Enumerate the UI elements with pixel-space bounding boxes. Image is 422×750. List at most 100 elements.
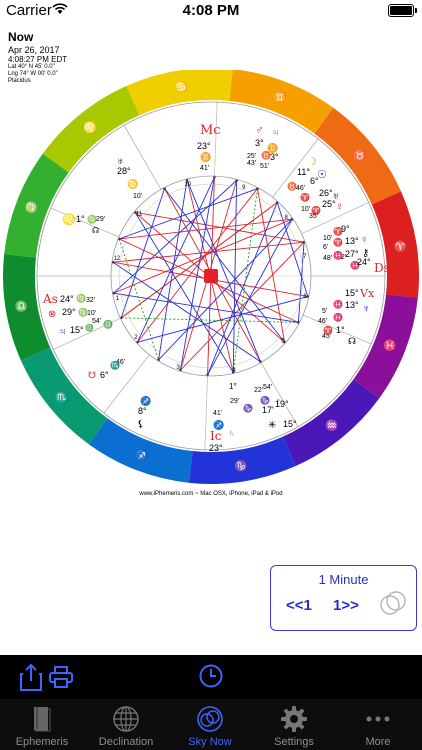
venus-icon: ♀: [360, 234, 368, 246]
h11-degree: 28°: [117, 166, 131, 176]
zodiac-sign-icon: ♏: [55, 391, 69, 404]
tab-sky-now-label: Sky Now: [188, 736, 232, 748]
sun-minutes: 46': [296, 185, 305, 192]
zodiac-sign-icon: ♑: [234, 460, 248, 473]
tab-declination-label: Declination: [98, 736, 154, 748]
gear-icon: [281, 706, 307, 732]
step-back-button[interactable]: <<1: [286, 597, 312, 614]
chiron-minutes: 48': [323, 255, 332, 262]
node-south-icon: ☋: [88, 370, 96, 380]
libra-icon: ♎: [85, 323, 94, 332]
zodiac-sign-icon: ♓: [383, 339, 397, 352]
saturn-degree: 3°: [270, 152, 279, 162]
uranus-degree: 26°: [319, 188, 333, 198]
sky-now-icon: [197, 706, 223, 732]
zodiac-sign-icon: ♐: [135, 449, 149, 462]
chart-title: Now: [8, 30, 34, 44]
zodiac-sign-icon: ♉: [353, 149, 367, 162]
pluto-minutes: 22': [254, 387, 263, 394]
aspect-line: [232, 180, 238, 373]
taurus-icon: ♉: [261, 150, 271, 160]
pisces-icon: ♓: [333, 250, 343, 260]
sagittarius-icon: ♐: [140, 395, 151, 406]
pluto-degree: 19°: [275, 399, 289, 409]
tab-declination[interactable]: Declination: [84, 699, 168, 750]
h2-degree: 15°: [70, 325, 84, 335]
jupiter-icon: ♃: [58, 326, 66, 338]
h8-minutes: 46': [318, 318, 327, 325]
mars-minutes: 25': [247, 153, 256, 160]
mc-minutes: 41': [200, 165, 209, 172]
ds-label: Ds: [374, 261, 390, 275]
capricorn-icon: ♑: [243, 403, 253, 413]
venus-degree: 25°: [322, 199, 336, 209]
step-forward-button[interactable]: 1>>: [333, 597, 359, 614]
ic-minutes: 41': [213, 410, 222, 417]
moon-minutes: 43': [247, 160, 256, 167]
h2-minutes: 54': [92, 318, 101, 325]
natal-chart-wheel[interactable]: ♈♉♊♋♌♍♎♏♐♑♒♓ 123 456789101112 Mc 23° ♊ 41…: [0, 70, 422, 490]
ic-degree: 23°: [209, 443, 223, 453]
mercury-icon: ☿: [336, 202, 344, 213]
h12-minutes: 29': [96, 216, 105, 223]
saturn-minutes: 51': [260, 163, 269, 170]
house-number: 11: [136, 211, 143, 217]
vertex-icon: Vx: [359, 287, 375, 300]
mc-degree: 23°: [197, 141, 211, 151]
gemini-icon: ♊: [200, 151, 211, 162]
h11-minutes: 10': [133, 193, 142, 200]
pluto-degree-17: 17': [262, 405, 274, 415]
sun-degree: 6°: [310, 176, 319, 186]
saturn-icon-upper: ♃: [271, 127, 279, 139]
scorpio-icon: ♏: [110, 360, 120, 370]
h6-minutes: 54': [263, 384, 272, 391]
clock-icon[interactable]: [199, 664, 223, 688]
tab-ephemeris[interactable]: Ephemeris: [0, 699, 84, 750]
mars-degree: 3°: [255, 138, 264, 148]
house-number: 8: [284, 215, 288, 221]
tab-more[interactable]: More: [336, 699, 420, 750]
tab-settings[interactable]: Settings: [252, 699, 336, 750]
chiron-degree: 27°: [345, 249, 359, 259]
zodiac-sign-icon: ♒: [325, 419, 339, 432]
capricorn-icon: ♑: [260, 395, 270, 405]
aries-icon: ♈: [300, 192, 310, 202]
battery-icon: [388, 4, 417, 17]
neptune-degree: 13°: [345, 300, 359, 310]
aspect-line: [112, 261, 261, 363]
chart-date: Apr 26, 2017: [8, 45, 60, 55]
chart-time: 4:08:27 PM EDT: [8, 55, 68, 64]
aspect-line: [113, 180, 237, 294]
lilith-degree: 8°: [138, 406, 147, 416]
website-credit: www.iPhemeris.com ~ Mac OSX, iPhone, iPa…: [139, 491, 283, 497]
house-number: 9: [242, 185, 246, 191]
time-interval-label[interactable]: 1 Minute: [271, 572, 416, 587]
tab-settings-label: Settings: [274, 736, 314, 748]
house-number: 10: [184, 182, 191, 188]
aries-icon: ♈: [323, 325, 333, 335]
as-minutes: 32': [86, 297, 95, 304]
h9-minutes: 10': [323, 235, 332, 242]
center-glyph: [204, 269, 218, 283]
house-number: 2: [134, 335, 138, 341]
time-step-panel: 1 Minute <<1 1>>: [270, 565, 417, 631]
zodiac-sign-icon: ♍: [25, 201, 39, 214]
asteroid-icon: ✳: [268, 420, 276, 431]
venus-minutes: 35': [309, 213, 318, 220]
virgo-icon: ♍: [76, 293, 86, 303]
h5-degree: 1°: [229, 382, 237, 391]
house-number: 12: [114, 256, 121, 262]
ic-label: Ic: [210, 429, 222, 443]
h12-degree: 1°: [76, 214, 85, 224]
saturn-icon: ♄: [228, 428, 236, 439]
node-n-degree: 1°: [336, 325, 345, 335]
uranus-minutes: 10': [301, 206, 310, 213]
share-icon[interactable]: [20, 663, 42, 691]
tab-sky-now[interactable]: Sky Now: [168, 699, 252, 750]
print-icon[interactable]: [49, 666, 73, 688]
aspect-line: [137, 176, 215, 343]
compare-icon[interactable]: [377, 588, 409, 620]
aries-icon: ♈: [333, 237, 343, 247]
globe-icon: [113, 706, 139, 732]
pisces-icon: ♓: [333, 299, 343, 309]
